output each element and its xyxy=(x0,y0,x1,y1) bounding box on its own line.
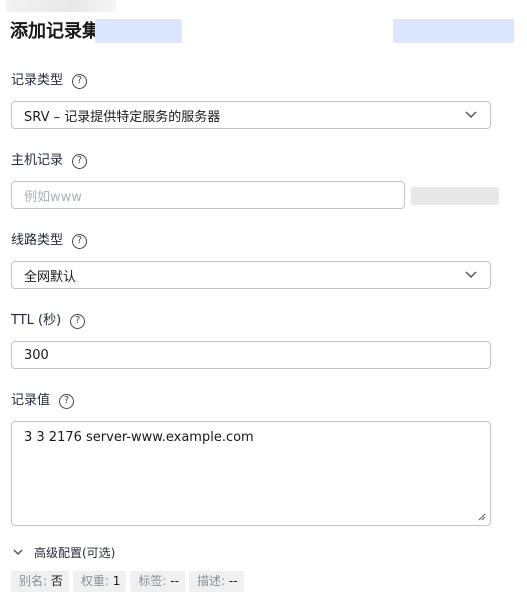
record-type-value: SRV – 记录提供特定服务的服务器 xyxy=(24,109,221,125)
line-type-label-text: 线路类型 xyxy=(11,233,64,248)
ttl-input[interactable]: 300 xyxy=(11,341,491,369)
advanced-config-label: 高级配置(可选) xyxy=(34,546,116,560)
host-record-placeholder: 例如www xyxy=(24,189,82,205)
line-type-value: 全网默认 xyxy=(24,269,77,285)
record-value-textarea[interactable]: 3 3 2176 server-www.example.com xyxy=(11,421,491,526)
chevron-down-icon xyxy=(465,271,477,279)
ttl-value: 300 xyxy=(24,347,49,363)
help-circle-icon[interactable]: ? xyxy=(70,313,86,329)
ttl-label: TTL (秒) ? xyxy=(11,312,86,330)
help-circle-icon[interactable]: ? xyxy=(72,73,88,89)
labels-tag-value: -- xyxy=(170,574,179,588)
help-circle-icon[interactable]: ? xyxy=(72,153,88,169)
redacted-domain-name xyxy=(95,19,182,43)
alias-tag-key: 别名: xyxy=(19,574,48,588)
help-circle-icon[interactable]: ? xyxy=(72,233,88,249)
description-tag: 描述: -- xyxy=(188,571,244,592)
line-type-label: 线路类型 ? xyxy=(11,232,88,250)
weight-tag-key: 权重: xyxy=(80,574,109,588)
host-record-input[interactable]: 例如www xyxy=(11,181,405,209)
page-title: 添加记录集 xyxy=(10,21,100,42)
chevron-down-icon xyxy=(465,111,477,119)
advanced-config-tags: 别名: 否 权重: 1 标签: -- 描述: -- xyxy=(11,571,244,592)
description-tag-value: -- xyxy=(228,574,238,588)
alias-tag: 别名: 否 xyxy=(11,571,69,592)
labels-tag: 标签: -- xyxy=(130,571,185,592)
help-circle-icon[interactable]: ? xyxy=(59,393,75,409)
description-tag-key: 描述: xyxy=(196,574,225,588)
weight-tag-value: 1 xyxy=(112,574,121,588)
labels-tag-key: 标签: xyxy=(138,574,167,588)
resize-handle-icon[interactable] xyxy=(478,513,486,521)
weight-tag: 权重: 1 xyxy=(72,571,127,592)
redacted-breadcrumb xyxy=(6,0,116,12)
record-value-label: 记录值 ? xyxy=(11,392,75,410)
line-type-select[interactable]: 全网默认 xyxy=(11,261,491,289)
alias-tag-value: 否 xyxy=(50,574,63,588)
record-value-label-text: 记录值 xyxy=(11,393,51,408)
record-type-label: 记录类型 ? xyxy=(11,72,88,90)
record-type-select[interactable]: SRV – 记录提供特定服务的服务器 xyxy=(11,101,491,129)
host-record-label: 主机记录 ? xyxy=(11,152,88,170)
redacted-domain-suffix xyxy=(411,187,499,205)
redacted-header-link[interactable] xyxy=(393,19,514,43)
record-type-label-text: 记录类型 xyxy=(11,73,64,88)
advanced-config-toggle[interactable]: 高级配置(可选) xyxy=(13,544,115,561)
chevron-down-icon xyxy=(13,549,23,555)
record-value-text: 3 3 2176 server-www.example.com xyxy=(24,430,254,445)
ttl-label-text: TTL (秒) xyxy=(11,313,62,328)
host-record-label-text: 主机记录 xyxy=(11,153,64,168)
